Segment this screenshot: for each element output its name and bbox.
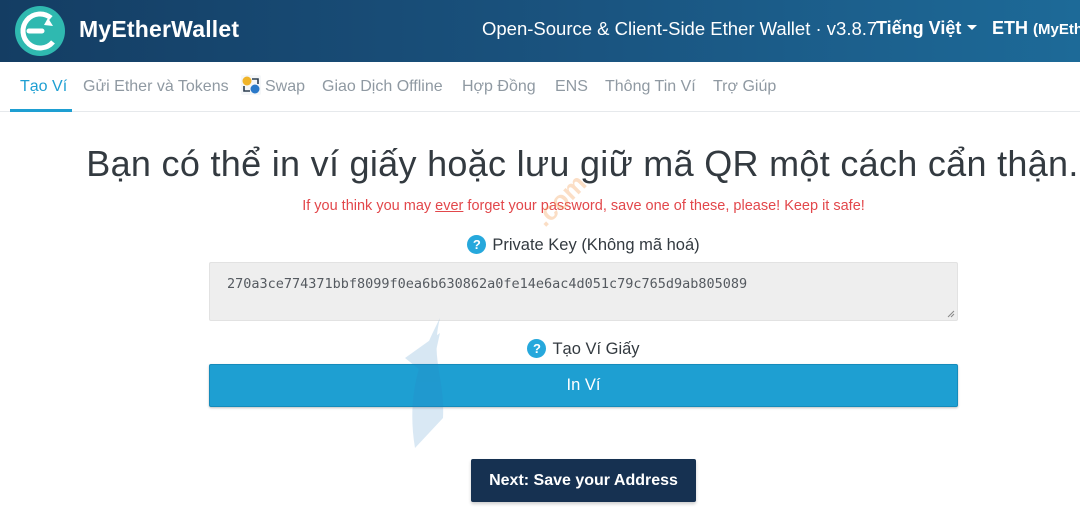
- nav-tab-ens[interactable]: ENS: [555, 62, 588, 112]
- network-dropdown[interactable]: ETH (MyEth: [992, 18, 1080, 39]
- nav-tab-create-wallet[interactable]: Tạo Ví: [20, 62, 67, 112]
- network-sub-label: (MyEth: [1033, 21, 1080, 38]
- nav-tab-offline-tx[interactable]: Giao Dịch Offline: [322, 62, 443, 112]
- header-tagline: Open-Source & Client-Side Ether Wallet ·…: [482, 18, 878, 39]
- nav-tab-wallet-info[interactable]: Thông Tin Ví: [605, 62, 696, 112]
- swap-icon: [241, 74, 261, 95]
- private-key-textarea[interactable]: 270a3ce774371bbf8099f0ea6b630862a0fe14e6…: [209, 262, 958, 321]
- private-key-value: 270a3ce774371bbf8099f0ea6b630862a0fe14e6…: [227, 276, 748, 292]
- paper-wallet-label: Tạo Ví Giấy: [552, 340, 640, 358]
- warning-text-start: If you think you may: [302, 198, 436, 214]
- next-save-address-button[interactable]: Next: Save your Address: [471, 459, 696, 502]
- main-nav: Tạo Ví Gửi Ether và Tokens Swap Giao Dịc…: [0, 62, 1080, 112]
- language-dropdown[interactable]: Tiếng Việt: [876, 18, 978, 39]
- private-key-label: Private Key (Không mã hoá): [492, 236, 700, 254]
- network-main-label: ETH: [992, 18, 1028, 38]
- help-icon[interactable]: ?: [467, 234, 487, 254]
- warning-text-end: forget your password, save one of these,…: [463, 198, 865, 214]
- nav-tab-send[interactable]: Gửi Ether và Tokens: [83, 62, 229, 112]
- language-label: Tiếng Việt: [876, 18, 962, 38]
- resize-grip-icon[interactable]: [947, 310, 955, 318]
- paper-wallet-label-row: ? Tạo Ví Giấy: [0, 338, 1080, 359]
- active-tab-indicator: [10, 109, 72, 112]
- nav-tab-swap-label: Swap: [265, 78, 306, 95]
- private-key-label-row: ? Private Key (Không mã hoá): [0, 234, 1080, 255]
- nav-tab-help[interactable]: Trợ Giúp: [713, 62, 776, 112]
- help-icon[interactable]: ?: [527, 338, 547, 358]
- caret-down-icon: [967, 25, 978, 31]
- mew-logo-icon[interactable]: [15, 6, 65, 56]
- print-wallet-button[interactable]: In Ví: [209, 364, 958, 407]
- nav-tab-swap[interactable]: Swap: [241, 62, 305, 112]
- page-headline: Bạn có thể in ví giấy hoặc lưu giữ mã QR…: [86, 143, 1079, 184]
- warning-message: If you think you may ever forget your pa…: [0, 198, 1080, 214]
- top-header: MyEtherWallet Open-Source & Client-Side …: [0, 0, 1080, 62]
- brand-name[interactable]: MyEtherWallet: [79, 16, 239, 43]
- warning-emphasis: ever: [435, 198, 464, 214]
- nav-tab-contracts[interactable]: Hợp Đồng: [462, 62, 536, 112]
